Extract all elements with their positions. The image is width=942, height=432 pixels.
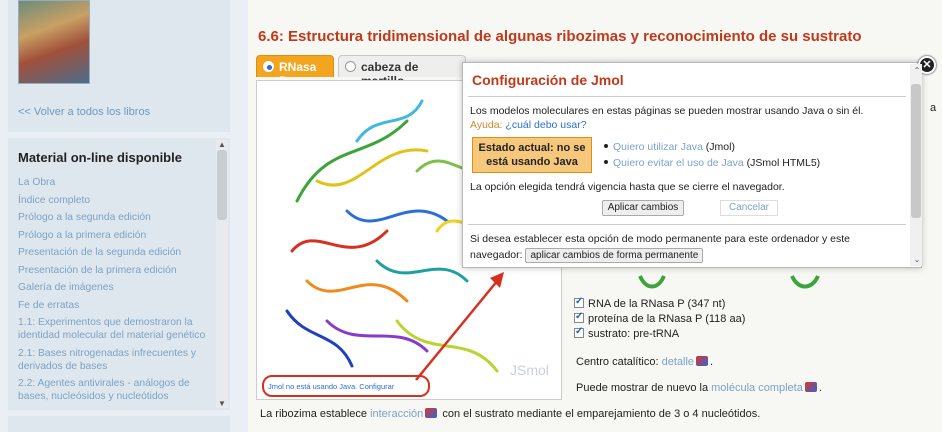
menu-item[interactable]: Presentación de la segunda edición [18, 246, 214, 259]
radio-icon [345, 61, 356, 72]
bullet-icon [604, 160, 608, 164]
option-suffix: (Jmol) [702, 141, 735, 153]
description-text: La ribozima establece [260, 408, 371, 420]
menu-item[interactable]: 2.1: Bases nitrogenadas infrecuentes y d… [18, 347, 214, 373]
checkbox-substrate[interactable]: sustrato: pre-tRNA [574, 326, 680, 340]
help-link[interactable]: ¿cuál debo usar? [505, 119, 586, 131]
chevron-up-icon[interactable]: ▲ [216, 140, 228, 149]
checkbox-label: sustrato: pre-tRNA [588, 328, 680, 340]
annotation-arrow [415, 272, 504, 381]
avoid-java-link[interactable]: Quiero evitar el uso de Java [613, 157, 744, 169]
bullet-icon [604, 144, 608, 148]
dialog-title: Configuración de Jmol [472, 72, 624, 88]
validity-note: La opción elegida tendrá vigencia hasta … [470, 181, 785, 193]
interaction-link[interactable]: interacción [370, 408, 423, 420]
option-suffix: (JSmol HTML5) [743, 157, 821, 169]
page-title: 6.6: Estructura tridimensional de alguna… [258, 28, 862, 45]
text-fragment: a [930, 102, 937, 114]
description-text: con el sustrato mediante el emparejamien… [439, 408, 761, 420]
menu-item[interactable]: Presentación de la primera edición [18, 264, 214, 277]
menu-item[interactable]: La Obra [18, 176, 214, 189]
state-line: Estado actual: no se [478, 142, 586, 154]
molecule-view-icon[interactable] [696, 356, 709, 366]
ribozyme-description: La ribozima establece interacción con el… [260, 408, 760, 420]
molecule-view-icon[interactable] [804, 382, 817, 392]
book-cover-image[interactable] [18, 0, 90, 84]
sidebar-bottom-panel [8, 416, 230, 432]
checkbox-checked-icon[interactable] [574, 311, 584, 323]
checkbox-label: RNA de la RNasa P (347 nt) [588, 298, 726, 310]
divider [468, 96, 906, 97]
show-again-line: Puede mostrar de nuevo la molécula compl… [576, 382, 822, 394]
option-avoid-java: Quiero evitar el uso de Java (JSmol HTML… [604, 157, 820, 169]
jsmol-logo: JSmol [510, 362, 549, 378]
use-java-link[interactable]: Quiero utilizar Java [613, 141, 703, 153]
help-line: Ayuda: ¿cuál debo usar? [470, 119, 587, 131]
divider [468, 224, 906, 225]
state-line: está usando Java [486, 156, 578, 168]
menu-title: Material on-line disponible [18, 150, 182, 165]
menu-item[interactable]: Fe de erratas [18, 299, 214, 312]
menu-item[interactable]: 1.1: Experimentos que demostraron la ide… [18, 316, 214, 342]
menu-item[interactable]: 2.2: Agentes antivirales - análogos de b… [18, 377, 214, 403]
menu-scrollbar-thumb[interactable] [217, 150, 227, 220]
checkbox-checked-icon[interactable] [574, 326, 584, 338]
catalytic-label: Centro catalítico: [576, 356, 662, 368]
permanent-option: Si desea establecer esta opción de modo … [470, 231, 900, 263]
checkbox-checked-icon[interactable] [574, 296, 584, 308]
chevron-up-icon[interactable]: ⌃ [911, 66, 923, 75]
show-again-label: Puede mostrar de nuevo la [576, 382, 712, 394]
menu-item[interactable]: Prólogo a la segunda edición [18, 211, 214, 224]
menu-item[interactable]: Prólogo a la primera edición [18, 229, 214, 242]
apply-permanent-button[interactable]: aplicar cambios de forma permanente [525, 248, 704, 263]
catalytic-center-line: Centro catalítico: detalle. [576, 356, 714, 368]
annotation-circle [262, 375, 430, 397]
menu-list: La Obra Índice completo Prólogo a la seg… [18, 176, 214, 408]
menu-item[interactable]: Galería de imágenes [18, 281, 214, 294]
catalytic-detail-link[interactable]: detalle [662, 356, 694, 368]
tab-rnasa-p[interactable]: RNasa P [256, 55, 334, 88]
radio-selected-icon [263, 61, 274, 72]
dialog-scrollbar-thumb[interactable] [911, 84, 921, 218]
option-use-java: Quiero utilizar Java (Jmol) [604, 141, 735, 153]
chevron-down-icon[interactable]: ▼ [216, 399, 228, 408]
current-state-badge: Estado actual: no se está usando Java [472, 137, 592, 173]
cancel-button[interactable]: Cancelar [720, 200, 778, 216]
tab-cabeza-de-martillo[interactable]: cabeza de martillo [338, 55, 466, 88]
molecule-view-icon[interactable] [425, 408, 438, 418]
chevron-down-icon[interactable]: ⌄ [911, 255, 923, 264]
menu-item[interactable]: Índice completo [18, 194, 214, 207]
structure-fragments [638, 275, 820, 289]
help-label: Ayuda: [470, 119, 506, 131]
full-molecule-link[interactable]: molécula completa [711, 382, 803, 394]
dialog-intro: Los modelos moleculares en estas páginas… [470, 105, 864, 117]
apply-changes-button[interactable]: Aplicar cambios [602, 200, 684, 216]
checkbox-protein[interactable]: proteína de la RNasa P (118 aa) [574, 311, 746, 325]
checkbox-label: proteína de la RNasa P (118 aa) [588, 313, 746, 325]
checkbox-rna[interactable]: RNA de la RNasa P (347 nt) [574, 296, 726, 310]
back-to-books-link[interactable]: << Volver a todos los libros [18, 106, 150, 118]
